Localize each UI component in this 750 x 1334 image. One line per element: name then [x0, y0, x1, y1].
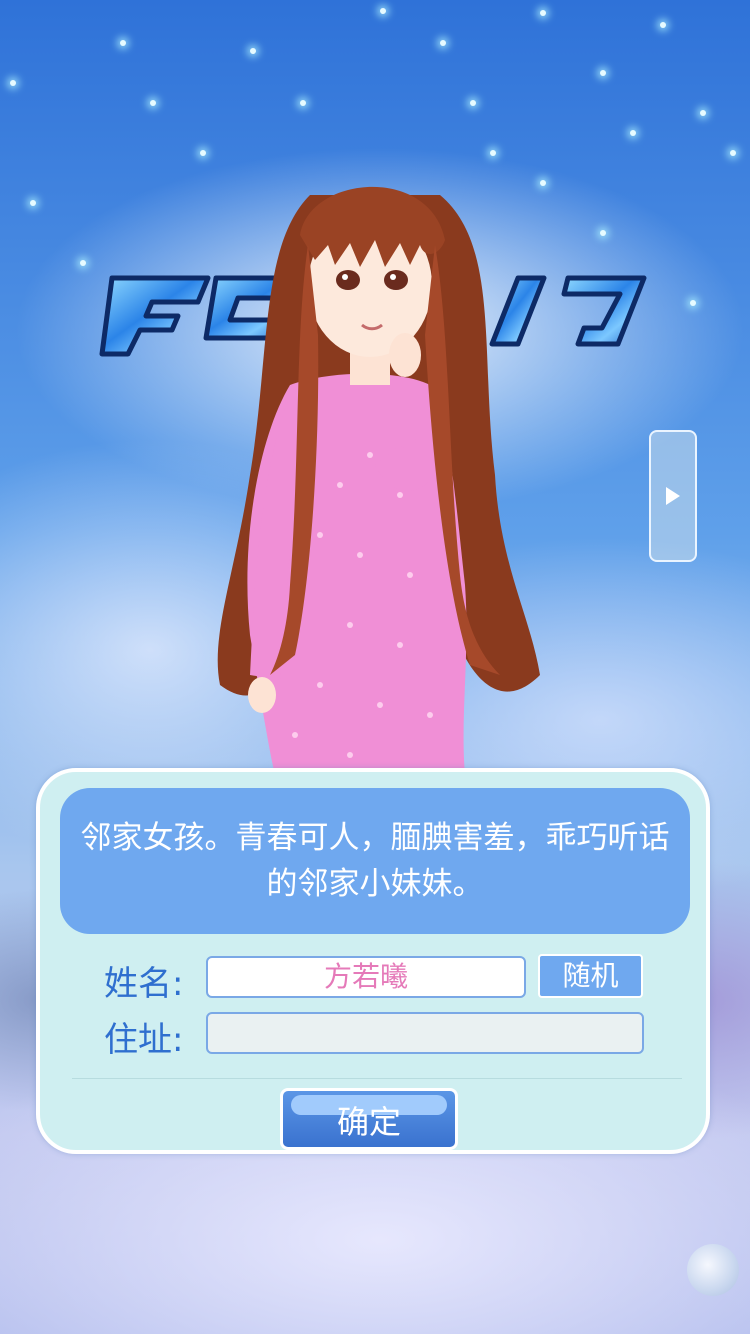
address-input[interactable]	[206, 1012, 644, 1054]
confirm-button[interactable]: 确定	[280, 1088, 458, 1150]
floating-orb-icon[interactable]	[687, 1244, 739, 1296]
random-name-button[interactable]: 随机	[538, 954, 643, 998]
play-arrow-icon	[666, 487, 680, 505]
name-input[interactable]: 方若曦	[206, 956, 526, 998]
character-create-panel: 邻家女孩。青春可人，腼腆害羞，乖巧听话的邻家小妹妹。 姓名: 方若曦 随机 住址…	[36, 768, 710, 1154]
character-description: 邻家女孩。青春可人，腼腆害羞，乖巧听话的邻家小妹妹。	[60, 788, 690, 934]
divider	[72, 1078, 682, 1079]
confirm-label: 确定	[336, 1103, 401, 1141]
character-illustration	[217, 186, 540, 775]
address-label: 住址:	[104, 1020, 184, 1060]
name-label: 姓名:	[104, 964, 184, 1004]
next-character-button[interactable]	[649, 430, 697, 562]
